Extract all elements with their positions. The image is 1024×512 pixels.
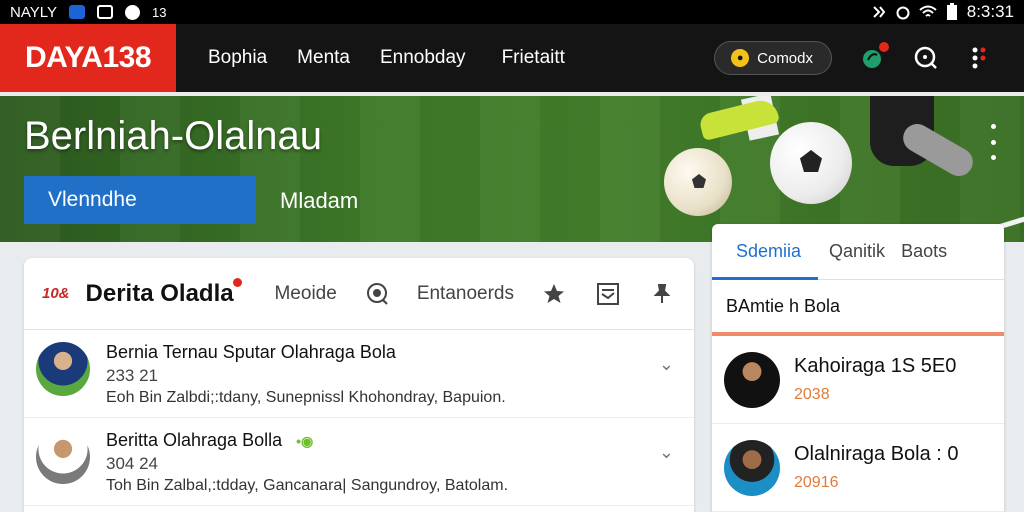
side-tabs: Sdemiia Qanitik Baots — [712, 224, 1004, 280]
hero-secondary-link[interactable]: Mladam — [280, 188, 358, 214]
active-tab-indicator — [712, 277, 818, 280]
notification-button[interactable] — [858, 42, 889, 72]
side-avatar — [724, 439, 780, 496]
feed-title: Beritta Olahraga Bolla •◉ — [106, 430, 508, 451]
toolbar-text-1[interactable]: Meoide — [274, 283, 336, 305]
pin-button[interactable] — [648, 280, 676, 308]
search-icon — [914, 46, 937, 69]
battery-icon — [946, 3, 957, 20]
star-button[interactable] — [540, 280, 568, 308]
menu-button[interactable] — [966, 44, 994, 72]
live-indicator-icon: •◉ — [296, 433, 314, 449]
chevron-down-icon[interactable]: ⌄ — [659, 354, 674, 375]
nav-item-1[interactable]: Bophia — [208, 47, 267, 69]
tab-2[interactable]: Qanitik — [829, 241, 885, 262]
news-card-header: 10& Derita Oladla Meoide Entanoerds — [24, 258, 694, 330]
football-image — [664, 148, 732, 216]
feed-avatar — [36, 342, 90, 396]
app-notification-icon — [68, 5, 85, 19]
star-icon — [544, 283, 564, 303]
side-item-text: Olalniraga Bola : 0 20916 — [794, 443, 959, 492]
more-dot — [990, 139, 996, 145]
pin-icon — [653, 283, 671, 303]
hero-title: Berlniah-Olalnau — [24, 114, 322, 158]
toolbar-text-2[interactable]: Entanoerds — [417, 283, 514, 305]
status-left-label: 13 — [151, 4, 167, 20]
feed-title: Bernia Ternau Sputar Olahraga Bola — [106, 342, 396, 362]
feed-number: 304 24 — [106, 454, 158, 473]
app-bar: DAYA138 Bophia Menta Ennobday Frietaitt … — [0, 24, 1024, 92]
nav-item-4[interactable]: Frietaitt — [502, 47, 565, 69]
side-item-title: Olalniraga Bola : 0 — [794, 443, 959, 465]
side-item-title: Kahoiraga 1S 5E0 — [794, 355, 957, 377]
coin-button[interactable]: ● Comodx — [714, 41, 832, 75]
tab-1[interactable]: Sdemiia — [736, 241, 801, 262]
news-card: 10& Derita Oladla Meoide Entanoerds Bern… — [24, 258, 694, 512]
feed-text: Beritta Olahraga Bolla •◉ 304 24 Toh Bin … — [106, 430, 508, 495]
tab-3[interactable]: Baots — [901, 241, 947, 262]
side-item-text: Kahoiraga 1S 5E0 2038 — [794, 355, 956, 404]
title-badge — [232, 277, 242, 287]
side-panel: Sdemiia Qanitik Baots BAmtie h Bola Kaho… — [712, 224, 1004, 512]
dots-menu-icon — [972, 47, 986, 69]
card-toolbar: Meoide Entanoerds — [274, 280, 676, 308]
hero-primary-button[interactable]: Vlenndhe — [24, 176, 256, 224]
feed-subtitle: Toh Bin Zalbal,:tdday, Gancanara| Sangun… — [106, 477, 509, 494]
side-item-year: 20916 — [794, 474, 839, 491]
feed-title-text: Beritta Olahraga Bolla — [106, 430, 283, 450]
hero-more-button[interactable] — [986, 124, 1000, 160]
hero-banner: Berlniah-Olalnau Vlenndhe Mladam — [0, 96, 1024, 242]
side-item-year: 2038 — [794, 386, 830, 403]
edit-icon — [597, 282, 619, 305]
search-button[interactable] — [912, 44, 940, 72]
main-nav: Bophia Menta Ennobday Frietaitt — [208, 47, 565, 69]
chevron-down-icon[interactable]: ⌄ — [659, 442, 674, 463]
app-logo[interactable]: DAYA138 — [0, 24, 176, 92]
status-time: 8:3:31 — [966, 2, 1014, 21]
chat-icon — [366, 282, 388, 305]
chat-button[interactable] — [363, 280, 391, 308]
brand-mark: 10& — [42, 285, 70, 302]
feed-number: 233 21 — [106, 366, 158, 385]
coin-button-label: Comodx — [757, 49, 813, 67]
chat-notification-icon — [124, 4, 140, 20]
more-dot — [990, 124, 996, 129]
feed-subtitle: Eoh Bin Zalbdi;:tdany, Sunepnissl Khohon… — [106, 389, 506, 406]
nfc-icon — [873, 6, 886, 18]
notification-badge — [879, 42, 889, 52]
news-card-title: Derita Oladla — [85, 277, 242, 308]
side-list-item[interactable]: Olalniraga Bola : 0 20916 — [712, 424, 1004, 512]
status-bar: NAYLY 13 8:3:31 — [0, 0, 1024, 24]
nav-item-3[interactable]: Ennobday — [380, 47, 466, 69]
coin-icon: ● — [731, 49, 750, 67]
feed-avatar — [36, 430, 90, 484]
feed-text: Bernia Ternau Sputar Olahraga Bola 233 2… — [106, 342, 506, 407]
nav-item-2[interactable]: Menta — [297, 47, 350, 69]
football-image-2 — [770, 122, 852, 204]
side-list-item[interactable]: Kahoiraga 1S 5E0 2038 — [712, 336, 1004, 424]
feed-item[interactable]: Bernia Ternau Sputar Olahraga Bola 233 2… — [24, 330, 694, 418]
status-left-text: NAYLY — [10, 3, 57, 21]
alarm-icon — [896, 6, 910, 20]
side-avatar — [724, 351, 780, 408]
wifi-icon — [919, 5, 937, 17]
image-notification-icon — [96, 5, 113, 19]
side-section-title: BAmtie h Bola — [712, 280, 1004, 336]
news-card-title-text: Derita Oladla — [85, 279, 234, 307]
feed-item[interactable]: Beritta Olahraga Bolla •◉ 304 24 Toh Bin … — [24, 418, 694, 506]
more-dot — [990, 155, 996, 160]
edit-button[interactable] — [594, 280, 622, 308]
